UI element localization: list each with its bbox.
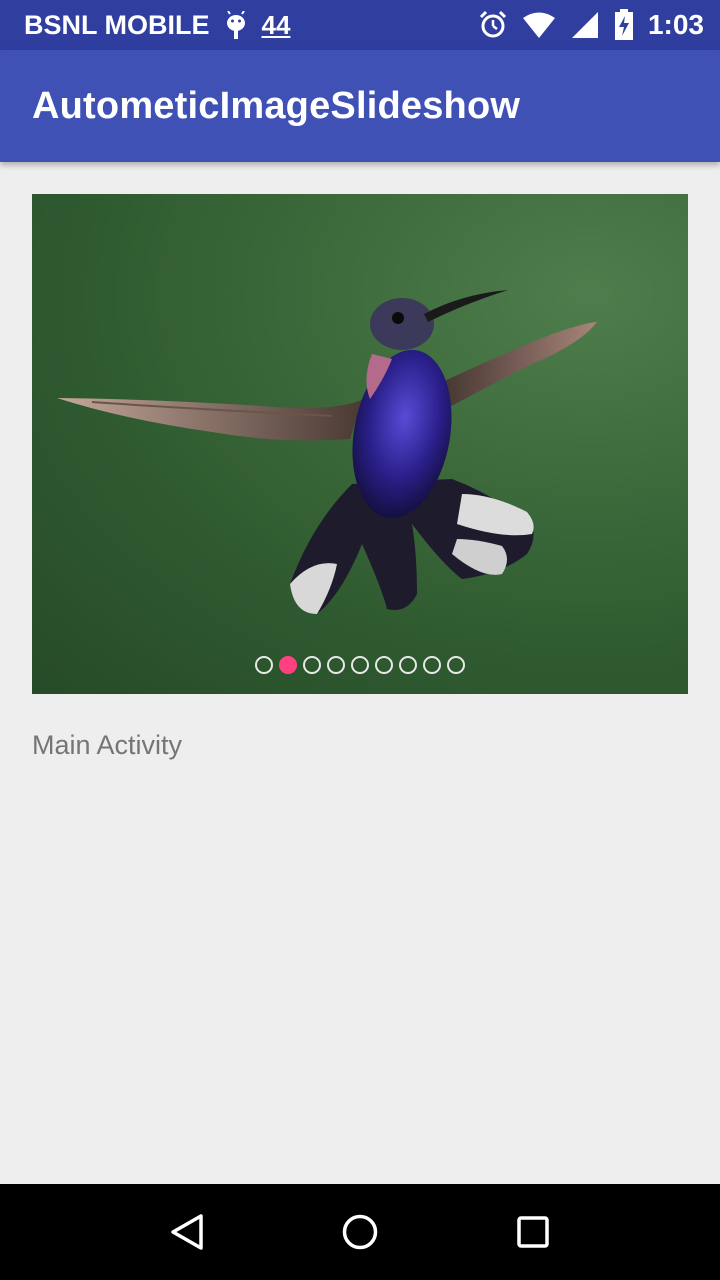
back-button[interactable] [157,1202,217,1262]
status-time: 1:03 [647,9,704,40]
slide-dot-7[interactable] [399,656,417,674]
home-circle-icon [342,1214,378,1250]
slide-dot-8[interactable] [423,656,441,674]
carrier-name: BSNL MOBILE [24,9,210,40]
slide-dot-3[interactable] [303,656,321,674]
main-activity-label: Main Activity [32,730,183,760]
slide-dot-1[interactable] [255,656,273,674]
recents-button[interactable] [503,1202,563,1262]
notification-count: 44 [261,9,291,40]
hummingbird-image [57,290,597,614]
slide-dot-9[interactable] [447,656,465,674]
slide-indicator [32,656,688,674]
wifi-icon [522,11,556,39]
home-button[interactable] [330,1202,390,1262]
back-triangle-icon [170,1214,203,1250]
status-left: BSNL MOBILE 44 [24,10,290,41]
app-bar: AutometicImageSlideshow [0,50,720,162]
status-bar: BSNL MOBILE 44 1:03 [0,0,720,50]
slide-dot-4[interactable] [327,656,345,674]
image-slideshow[interactable] [32,194,688,694]
cell-signal-icon [570,10,600,40]
slide-dot-5[interactable] [351,656,369,674]
recents-square-icon [517,1216,550,1248]
status-right: 1:03 [478,9,704,41]
alarm-icon [478,10,508,40]
android-debug-icon [224,11,248,39]
navigation-bar [0,1184,720,1280]
battery-charging-icon [614,9,634,41]
slide-dot-6[interactable] [375,656,393,674]
app-title: AutometicImageSlideshow [32,84,521,127]
slide-dot-2-active[interactable] [279,656,297,674]
